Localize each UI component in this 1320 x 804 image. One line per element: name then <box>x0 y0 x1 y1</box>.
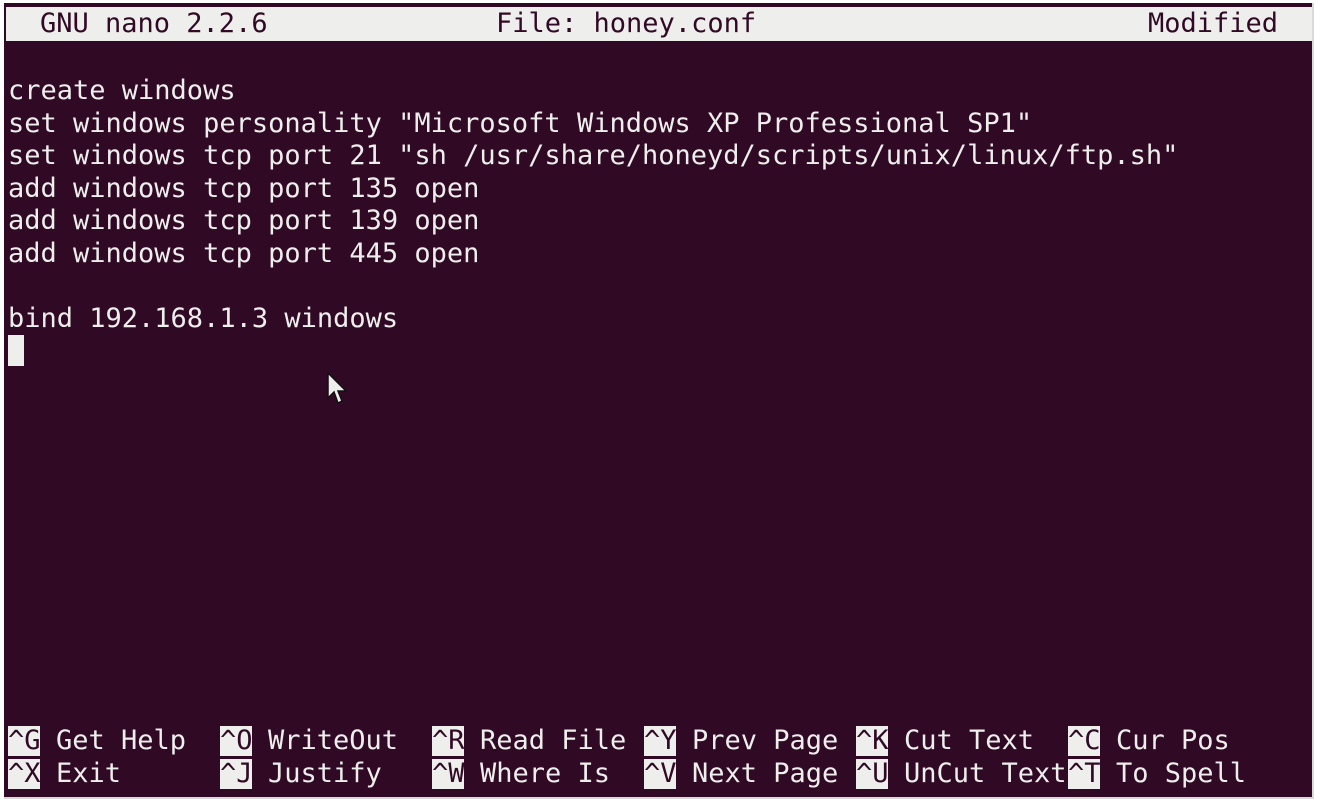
shortcut-key: ^J <box>220 758 253 789</box>
shortcut-prev-page[interactable]: ^Y Prev Page <box>644 726 838 756</box>
shortcut-to-spell[interactable]: ^T To Spell <box>1068 759 1246 789</box>
shortcut-label: UnCut Text <box>904 758 1067 789</box>
shortcut-justify[interactable]: ^J Justify <box>220 759 382 789</box>
shortcut-exit[interactable]: ^X Exit <box>8 759 121 789</box>
shortcut-key: ^V <box>644 758 677 789</box>
shortcut-key: ^W <box>432 758 465 789</box>
shortcut-label: WriteOut <box>268 725 399 756</box>
nano-title-bar: GNU nano 2.2.6 File: honey.conf Modified <box>6 7 1312 41</box>
shortcut-where-is[interactable]: ^W Where Is <box>432 759 610 789</box>
shortcut-uncut-text[interactable]: ^U UnCut Text <box>856 759 1067 789</box>
shortcut-label: Get Help <box>56 725 187 756</box>
shortcut-label: Read File <box>480 725 627 756</box>
shortcut-label: Justify <box>268 758 382 789</box>
editor-line[interactable]: add windows tcp port 445 open <box>8 237 479 270</box>
shortcut-key: ^C <box>1068 725 1101 756</box>
editor-line[interactable]: bind 192.168.1.3 windows <box>8 302 398 335</box>
shortcut-label: Cur Pos <box>1116 725 1230 756</box>
editor-line[interactable]: set windows tcp port 21 "sh /usr/share/h… <box>8 139 1178 172</box>
mouse-pointer-icon <box>327 372 347 405</box>
shortcut-cut-text[interactable]: ^K Cut Text <box>856 726 1034 756</box>
editor-line[interactable]: add windows tcp port 139 open <box>8 204 479 237</box>
shortcut-get-help[interactable]: ^G Get Help <box>8 726 186 756</box>
app-version: GNU nano 2.2.6 <box>40 8 268 39</box>
editor-line[interactable]: set windows personality "Microsoft Windo… <box>8 107 1032 140</box>
shortcut-read-file[interactable]: ^R Read File <box>432 726 626 756</box>
shortcut-label: Where Is <box>480 758 611 789</box>
shortcut-key: ^O <box>220 725 253 756</box>
text-cursor <box>8 335 24 366</box>
shortcut-key: ^G <box>8 725 41 756</box>
shortcut-key: ^X <box>8 758 41 789</box>
editor-line[interactable]: add windows tcp port 135 open <box>8 172 479 205</box>
shortcut-label: Cut Text <box>904 725 1035 756</box>
shortcut-key: ^R <box>432 725 465 756</box>
shortcut-next-page[interactable]: ^V Next Page <box>644 759 838 789</box>
shortcut-key: ^U <box>856 758 889 789</box>
shortcut-key: ^Y <box>644 725 677 756</box>
shortcut-writeout[interactable]: ^O WriteOut <box>220 726 398 756</box>
shortcut-key: ^K <box>856 725 889 756</box>
shortcut-key: ^T <box>1068 758 1101 789</box>
shortcut-label: Next Page <box>692 758 839 789</box>
modified-status: Modified <box>1147 8 1278 39</box>
file-name: File: honey.conf <box>496 8 757 39</box>
terminal-window[interactable]: GNU nano 2.2.6 File: honey.conf Modified… <box>4 3 1314 799</box>
shortcut-cur-pos[interactable]: ^C Cur Pos <box>1068 726 1230 756</box>
editor-line[interactable]: create windows <box>8 74 236 107</box>
shortcut-label: Exit <box>56 758 122 789</box>
shortcut-label: To Spell <box>1116 758 1247 789</box>
shortcut-label: Prev Page <box>692 725 839 756</box>
